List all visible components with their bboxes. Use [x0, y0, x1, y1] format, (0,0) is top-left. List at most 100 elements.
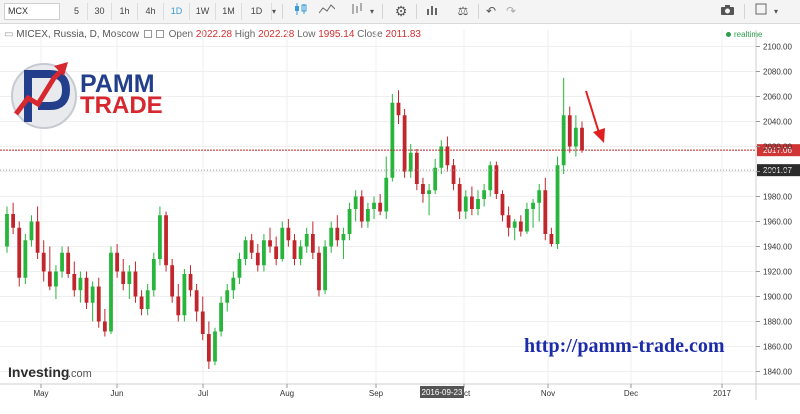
- candle-body: [145, 290, 150, 309]
- candle: [451, 159, 456, 191]
- y-tick-label: 1920.00: [763, 268, 792, 277]
- candle: [280, 221, 285, 262]
- candle-body: [47, 271, 52, 287]
- candle-body: [580, 127, 584, 151]
- candle-body: [66, 252, 71, 274]
- candle-body: [109, 252, 113, 332]
- crosshair-date-tag: 2016-09-23: [420, 386, 464, 398]
- y-tick-label: 2020.00: [763, 143, 792, 152]
- candle-body: [139, 296, 144, 309]
- candle: [11, 202, 16, 234]
- candle-body: [384, 177, 389, 212]
- y-tick-label: 2100.00: [763, 43, 792, 52]
- candle: [225, 284, 230, 312]
- candle-body: [182, 274, 187, 316]
- candle-body: [29, 221, 34, 241]
- candle: [170, 259, 175, 303]
- x-tick-label: Aug: [280, 389, 294, 398]
- candle-body: [11, 214, 16, 228]
- candle: [109, 246, 113, 334]
- candle-body: [525, 209, 529, 232]
- price-chart[interactable]: 2017.062001.07 2100.002080.002060.002040…: [0, 0, 800, 414]
- candle-body: [115, 252, 120, 272]
- x-tick-label: 2017: [713, 389, 731, 398]
- candle-body: [476, 199, 480, 209]
- y-tick-label: 1980.00: [763, 193, 792, 202]
- candle-body: [421, 184, 425, 194]
- candle: [158, 206, 162, 266]
- candle-body: [127, 271, 132, 284]
- candle: [17, 221, 22, 287]
- candle: [249, 234, 254, 259]
- candle-body: [408, 152, 413, 172]
- candle-body: [84, 277, 89, 303]
- candle: [390, 94, 395, 182]
- candle: [494, 161, 499, 199]
- candle-body: [151, 259, 156, 291]
- candle-body: [543, 190, 548, 234]
- candle: [292, 234, 297, 266]
- candle: [200, 296, 205, 341]
- candle-body: [237, 259, 242, 278]
- candle: [262, 234, 266, 272]
- candle: [396, 90, 401, 124]
- candle: [506, 206, 511, 237]
- candle: [182, 269, 187, 322]
- y-tick-label: 1880.00: [763, 318, 792, 327]
- logo-line2: TRADE: [80, 92, 163, 119]
- pamm-trade-logo: PAMM TRADE: [11, 62, 163, 129]
- candle-body: [512, 221, 517, 228]
- candle-body: [329, 227, 334, 247]
- candle: [151, 252, 156, 297]
- candle-body: [573, 127, 578, 147]
- candle: [176, 284, 181, 322]
- candle: [353, 190, 358, 222]
- candle-body: [298, 246, 303, 259]
- candle-body: [213, 331, 217, 362]
- candle-body: [219, 302, 223, 332]
- y-tick-label: 2080.00: [763, 68, 792, 77]
- candle-body: [262, 240, 266, 266]
- candle-body: [310, 234, 315, 253]
- candle-body: [78, 277, 83, 291]
- x-axis: MayJunJulAugSepOctNovDec20172016-09-23: [0, 383, 800, 398]
- candle: [341, 227, 346, 259]
- candle: [72, 261, 77, 297]
- y-tick-label: 1960.00: [763, 218, 792, 227]
- candle-body: [5, 214, 9, 247]
- candle: [561, 77, 566, 174]
- candle-body: [531, 202, 535, 209]
- candle-body: [488, 165, 493, 191]
- candle-body: [96, 286, 101, 322]
- candle: [531, 199, 535, 228]
- x-tick-label: May: [33, 389, 48, 398]
- candle-body: [206, 334, 211, 362]
- candle: [433, 159, 438, 194]
- candle: [60, 246, 64, 278]
- candle: [115, 244, 120, 278]
- candle: [66, 246, 71, 278]
- candle-body: [494, 165, 499, 194]
- candle-body: [17, 227, 22, 278]
- x-tick-label: Jul: [198, 389, 208, 398]
- candle-body: [54, 271, 58, 287]
- candle: [304, 227, 309, 253]
- y-tick-label: 1860.00: [763, 343, 792, 352]
- candle: [84, 271, 89, 309]
- candle: [127, 265, 132, 299]
- candle-body: [133, 271, 138, 297]
- candle-body: [414, 152, 419, 184]
- candle: [347, 202, 352, 241]
- candle: [469, 186, 474, 216]
- candle: [323, 240, 327, 294]
- candle: [29, 215, 34, 247]
- candle: [372, 196, 376, 219]
- candle-body: [255, 252, 260, 266]
- candle-body: [378, 202, 383, 212]
- candle-body: [457, 184, 462, 212]
- candle: [512, 219, 517, 241]
- candle-body: [304, 234, 309, 247]
- candle-body: [500, 194, 505, 216]
- candle-body: [194, 290, 199, 312]
- candle: [518, 215, 523, 237]
